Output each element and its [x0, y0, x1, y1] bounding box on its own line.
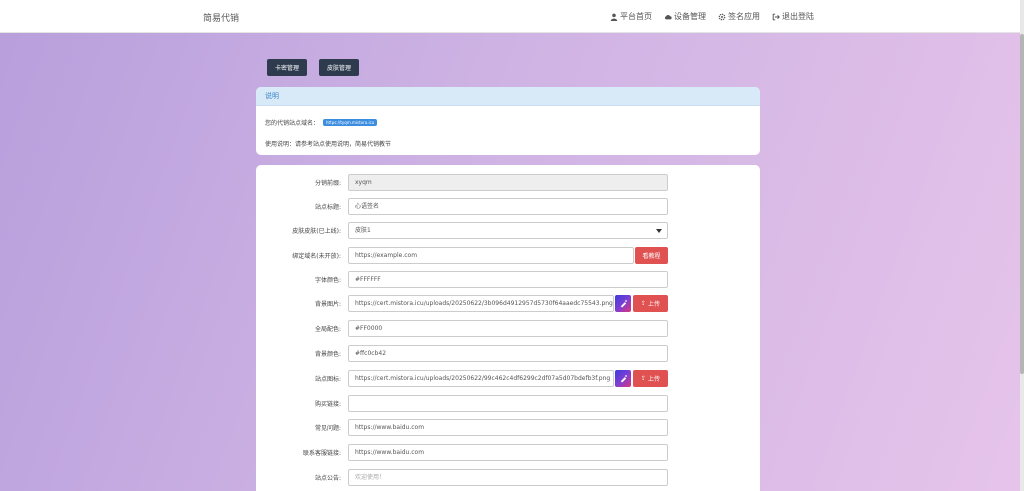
domain-row: 您的代销站点域名： https://tyqm.mistora.icu — [265, 118, 378, 127]
buy-link-label: 购买链接: — [314, 401, 341, 408]
view-tutorial-button[interactable]: 看教程 — [635, 247, 668, 264]
skin-label: 皮肤皮肤(已上线): — [292, 228, 341, 235]
site-title-label: 站点标题: — [314, 204, 341, 211]
site-icon-picker-button[interactable] — [615, 370, 631, 387]
prefix-input: xyqm — [348, 174, 668, 191]
usage-text: 使用说明：请参考站点使用说明，简易代销教节 — [265, 141, 392, 148]
image-icon — [620, 300, 627, 308]
user-icon — [610, 13, 618, 21]
font-color-label: 字体颜色: — [314, 277, 341, 284]
faq-input[interactable]: https://www.baidu.com — [348, 419, 668, 436]
nav-home-label: 平台首页 — [620, 12, 652, 21]
form-row-prefix: 分销前缀: xyqm — [256, 174, 760, 192]
form-row-skin: 皮肤皮肤(已上线): 皮肤1 — [256, 222, 760, 240]
bg-color-label: 背景颜色: — [314, 351, 341, 358]
skin-select[interactable]: 皮肤1 — [348, 222, 668, 239]
bg-color-input[interactable]: #ffc0cb42 — [348, 345, 668, 362]
card-manage-button[interactable]: 卡密管理 — [267, 59, 308, 76]
form-row-buy-link: 购买链接: — [256, 395, 760, 413]
logout-icon — [772, 13, 780, 21]
form-row-bg-image: 背景图片: https://cert.mistora.icu/uploads/2… — [256, 295, 760, 313]
form-row-support-link: 联系客服链接: https://www.baidu.com — [256, 444, 760, 462]
notice-textarea[interactable]: 欢迎使用！ — [348, 469, 668, 486]
site-icon-input[interactable]: https://cert.mistora.icu/uploads/2025062… — [348, 370, 614, 387]
top-navbar: 简易代销 平台首页 设备管理 签名应用 退出登陆 — [0, 0, 1024, 33]
buy-link-input[interactable] — [348, 395, 668, 412]
site-icon-upload-button[interactable]: ⇪ 上传 — [633, 370, 668, 387]
bg-image-picker-button[interactable] — [615, 295, 631, 312]
bg-image-input[interactable]: https://cert.mistora.icu/uploads/2025062… — [348, 295, 614, 312]
theme-color-label: 全局配色: — [314, 326, 341, 333]
form-row-faq: 常见问题: https://www.baidu.com — [256, 419, 760, 437]
form-row-site-title: 站点标题: 心语签名 — [256, 198, 760, 216]
prefix-label: 分销前缀: — [314, 180, 341, 187]
form-row-site-icon: 站点图标: https://cert.mistora.icu/uploads/2… — [256, 370, 760, 388]
notice-label: 站点公告: — [314, 475, 341, 482]
nav-menu: 平台首页 设备管理 签名应用 退出登陆 — [610, 11, 814, 22]
site-icon-label: 站点图标: — [314, 376, 341, 383]
domain-label: 您的代销站点域名： — [265, 120, 320, 127]
bg-image-label: 背景图片: — [314, 301, 341, 308]
skin-select-value: 皮肤1 — [355, 227, 371, 234]
bg-image-upload-label: 上传 — [648, 301, 661, 308]
chevron-down-icon — [656, 229, 662, 233]
nav-sign-app[interactable]: 签名应用 — [718, 11, 760, 22]
nav-home[interactable]: 平台首页 — [610, 11, 652, 22]
gear-icon — [718, 13, 726, 21]
form-row-theme-color: 全局配色: #FF0000 — [256, 320, 760, 338]
support-link-label: 联系客服链接: — [302, 450, 341, 457]
site-title-input[interactable]: 心语签名 — [348, 198, 668, 215]
cloud-icon — [664, 13, 672, 21]
domain-input[interactable]: https://example.com — [348, 247, 634, 264]
image-icon — [620, 375, 627, 383]
bg-image-upload-button[interactable]: ⇪ 上传 — [633, 295, 668, 312]
form-row-domain: 绑定域名(未开放): https://example.com 看教程 — [256, 247, 760, 265]
page-scrollbar[interactable] — [1020, 0, 1024, 491]
nav-logout-label: 退出登陆 — [782, 12, 814, 21]
info-panel-title: 说明 — [256, 87, 760, 106]
domain-field-label: 绑定域名(未开放): — [292, 253, 341, 260]
upload-icon: ⇪ — [640, 375, 646, 382]
site-icon-upload-label: 上传 — [648, 376, 661, 383]
form-row-notice: 站点公告: 欢迎使用！ — [256, 469, 760, 487]
nav-logout[interactable]: 退出登陆 — [772, 11, 814, 22]
upload-icon: ⇪ — [640, 300, 646, 307]
domain-badge[interactable]: https://tyqm.mistora.icu — [323, 119, 378, 126]
settings-form: 分销前缀: xyqm 站点标题: 心语签名 皮肤皮肤(已上线): 皮肤1 绑定域… — [256, 165, 760, 491]
font-color-input[interactable]: #FFFFFF — [348, 271, 668, 288]
theme-color-input[interactable]: #FF0000 — [348, 320, 668, 337]
nav-devices[interactable]: 设备管理 — [664, 11, 706, 22]
faq-label: 常见问题: — [314, 425, 341, 432]
form-row-font-color: 字体颜色: #FFFFFF — [256, 271, 760, 289]
scrollbar-thumb[interactable] — [1020, 34, 1024, 374]
nav-sign-app-label: 签名应用 — [728, 12, 760, 21]
nav-devices-label: 设备管理 — [674, 12, 706, 21]
skin-manage-button[interactable]: 皮肤管理 — [319, 59, 360, 76]
brand-title[interactable]: 简易代销 — [203, 11, 239, 24]
form-row-bg-color: 背景颜色: #ffc0cb42 — [256, 345, 760, 363]
support-link-input[interactable]: https://www.baidu.com — [348, 444, 668, 461]
info-panel: 说明 您的代销站点域名： https://tyqm.mistora.icu 使用… — [256, 87, 760, 155]
